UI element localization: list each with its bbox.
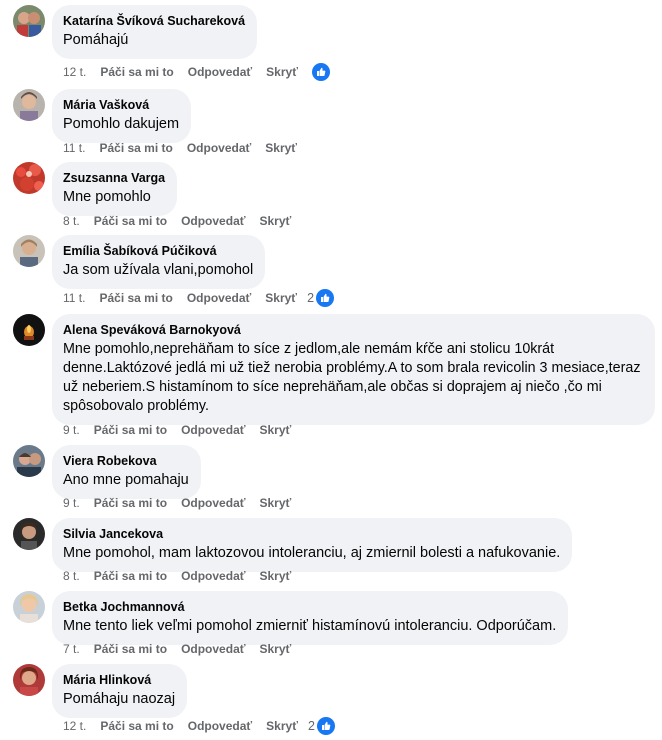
comment-author[interactable]: Viera Robekova [63, 453, 189, 469]
hide-button[interactable]: Skryť [266, 64, 298, 80]
comment-text: Ano mne pomahaju [63, 472, 189, 488]
reply-button[interactable]: Odpovedať [181, 495, 245, 511]
comment-bubble: Silvia Jancekova Mne pomohol, mam laktoz… [52, 518, 573, 572]
avatar[interactable] [13, 664, 45, 696]
comment-author[interactable]: Emília Šabíková Púčiková [63, 243, 253, 259]
avatar[interactable] [13, 235, 45, 267]
comment-text: Pomohlo dakujem [63, 116, 180, 132]
comment-actions: 7 t. Páči sa mi to Odpovedať Skryť [63, 641, 305, 657]
reply-button[interactable]: Odpovedať [181, 422, 245, 438]
comment-author[interactable]: Katarína Švíková Suchareková [63, 13, 245, 29]
like-button[interactable]: Páči sa mi to [100, 64, 173, 80]
comment-time[interactable]: 11 t. [63, 290, 85, 306]
avatar[interactable] [13, 445, 45, 477]
avatar[interactable] [13, 591, 45, 623]
hide-button[interactable]: Skryť [260, 568, 292, 584]
comment-actions: 11 t. Páči sa mi to Odpovedať Skryť [63, 140, 311, 156]
comment-author[interactable]: Mária Hlinková [63, 672, 175, 688]
comment-actions: 12 t. Páči sa mi to Odpovedať Skryť 2 [63, 717, 335, 735]
avatar[interactable] [13, 89, 45, 121]
comment-text: Mne pomohlo,neprehäňam to síce z jedlom,… [63, 341, 641, 414]
reply-button[interactable]: Odpovedať [181, 568, 245, 584]
comment-actions: 9 t. Páči sa mi to Odpovedať Skryť [63, 422, 305, 438]
avatar[interactable] [13, 162, 45, 194]
comment-time[interactable]: 8 t. [63, 568, 80, 584]
comment-bubble: Alena Speváková Barnokyová Mne pomohlo,n… [52, 314, 655, 425]
comment-text: Ja som užívala vlani,pomohol [63, 262, 254, 278]
like-count[interactable]: 2 [307, 290, 314, 306]
thumbs-up-icon[interactable] [316, 289, 335, 307]
like-button[interactable]: Páči sa mi to [94, 495, 167, 511]
comment-time[interactable]: 12 t. [63, 718, 86, 734]
comment-time[interactable]: 9 t. [63, 422, 80, 438]
avatar[interactable] [13, 518, 45, 550]
comment-actions: 8 t. Páči sa mi to Odpovedať Skryť [63, 568, 305, 584]
comment-text: Mne pomohlo [63, 189, 151, 205]
comment-text: Pomáhajú [63, 32, 129, 48]
comment-text: Pomáhaju naozaj [63, 691, 176, 707]
comment-text: Mne pomohol, mam laktozovou intoleranciu… [63, 545, 561, 561]
comment-text: Mne tento liek veľmi pomohol zmierniť hi… [63, 618, 557, 634]
like-count[interactable]: 2 [308, 718, 315, 734]
comment-author[interactable]: Betka Jochmannová [63, 599, 556, 615]
comment-author[interactable]: Zsuzsanna Varga [63, 170, 165, 186]
comment-time[interactable]: 8 t. [63, 213, 80, 229]
comment-actions: 11 t. Páči sa mi to Odpovedať Skryť 2 [63, 289, 335, 307]
avatar[interactable] [13, 5, 45, 37]
reply-button[interactable]: Odpovedať [181, 641, 245, 657]
comment-time[interactable]: 7 t. [63, 641, 80, 657]
comment-author[interactable]: Silvia Jancekova [63, 526, 560, 542]
comment-actions: 12 t. Páči sa mi to Odpovedať Skryť [63, 63, 330, 81]
comment-author[interactable]: Alena Speváková Barnokyová [63, 322, 643, 338]
hide-button[interactable]: Skryť [260, 213, 292, 229]
reply-button[interactable]: Odpovedať [181, 213, 245, 229]
hide-button[interactable]: Skryť [265, 140, 297, 156]
comment-actions: 9 t. Páči sa mi to Odpovedať Skryť [63, 495, 305, 511]
like-button[interactable]: Páči sa mi to [99, 290, 172, 306]
comment-time[interactable]: 11 t. [63, 140, 85, 156]
hide-button[interactable]: Skryť [260, 495, 292, 511]
like-button[interactable]: Páči sa mi to [94, 422, 167, 438]
hide-button[interactable]: Skryť [260, 641, 292, 657]
reply-button[interactable]: Odpovedať [187, 290, 251, 306]
like-button[interactable]: Páči sa mi to [100, 718, 173, 734]
like-button[interactable]: Páči sa mi to [94, 568, 167, 584]
comment-time[interactable]: 9 t. [63, 495, 80, 511]
comment-time[interactable]: 12 t. [63, 64, 86, 80]
hide-button[interactable]: Skryť [265, 290, 297, 306]
like-button[interactable]: Páči sa mi to [99, 140, 172, 156]
comment-bubble: Zsuzsanna Varga Mne pomohlo [52, 162, 178, 216]
thumbs-up-icon[interactable] [316, 717, 335, 735]
comment-bubble: Katarína Švíková Suchareková Pomáhajú [52, 5, 258, 59]
thumbs-up-icon[interactable] [311, 63, 330, 81]
like-button[interactable]: Páči sa mi to [94, 213, 167, 229]
comment-bubble: Viera Robekova Ano mne pomahaju [52, 445, 201, 499]
comment-bubble: Mária Hlinková Pomáhaju naozaj [52, 664, 188, 718]
avatar[interactable] [13, 314, 45, 346]
hide-button[interactable]: Skryť [266, 718, 298, 734]
like-button[interactable]: Páči sa mi to [94, 641, 167, 657]
reply-button[interactable]: Odpovedať [188, 64, 252, 80]
comment-bubble: Betka Jochmannová Mne tento liek veľmi p… [52, 591, 569, 645]
comment-author[interactable]: Mária Vašková [63, 97, 179, 113]
hide-button[interactable]: Skryť [260, 422, 292, 438]
comment-actions: 8 t. Páči sa mi to Odpovedať Skryť [63, 213, 305, 229]
reply-button[interactable]: Odpovedať [187, 140, 251, 156]
reply-button[interactable]: Odpovedať [188, 718, 252, 734]
comment-bubble: Mária Vašková Pomohlo dakujem [52, 89, 192, 143]
comment-bubble: Emília Šabíková Púčiková Ja som užívala … [52, 235, 266, 289]
